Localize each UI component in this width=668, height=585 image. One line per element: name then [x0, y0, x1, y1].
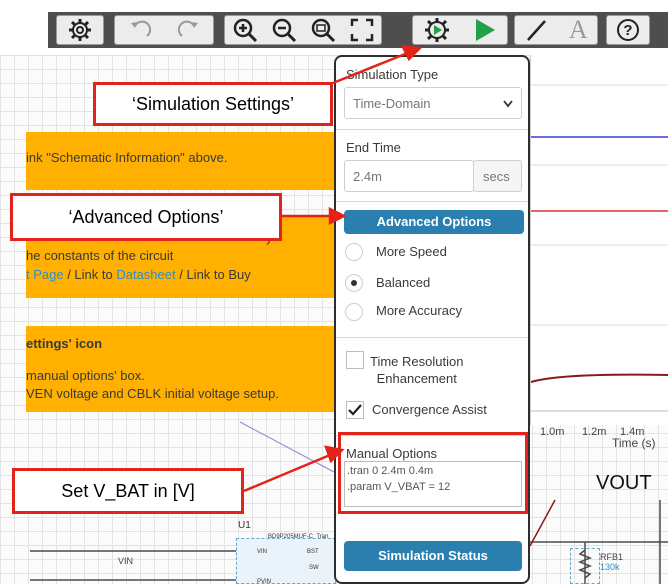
simulation-type-value: Time-Domain: [353, 96, 431, 111]
divider: [336, 201, 528, 202]
end-time-unit: secs: [473, 160, 522, 192]
convergence-assist-checkbox[interactable]: [346, 401, 364, 419]
divider: [336, 337, 528, 338]
manual-options-highlight: [338, 432, 528, 514]
radio-more-speed[interactable]: [345, 243, 363, 261]
rfb1-label: RFB1: [600, 552, 624, 562]
u1-component[interactable]: VIN PVIN BST SW: [236, 538, 336, 585]
time-resolution-label-line2: Enhancement: [376, 371, 457, 386]
time-resolution-label: Time Resolution Enhancement: [370, 353, 463, 387]
vin-net-label: VIN: [118, 556, 134, 566]
radio-more-speed-label: More Speed: [376, 244, 447, 259]
rfb1-value: 130k: [600, 562, 620, 572]
u1-pin-sw: SW: [309, 565, 319, 571]
time-resolution-checkbox[interactable]: [346, 351, 364, 369]
end-time-unit-text: secs: [483, 169, 510, 184]
simulation-settings-callout: ‘Simulation Settings’: [93, 82, 333, 126]
u1-pin-pvin: PVIN: [257, 579, 272, 585]
advanced-options-button[interactable]: Advanced Options: [344, 210, 524, 234]
radio-balanced[interactable]: [345, 274, 363, 292]
convergence-assist-label: Convergence Assist: [372, 402, 487, 417]
vout-net-label: VOUT: [596, 472, 652, 494]
radio-selected-dot: [351, 280, 357, 286]
chevron-down-icon: [503, 100, 513, 108]
radio-more-accuracy[interactable]: [345, 303, 363, 321]
simulation-status-button[interactable]: Simulation Status: [344, 541, 522, 571]
advanced-options-callout: ‘Advanced Options’: [10, 193, 282, 241]
end-time-input[interactable]: 2.4m: [344, 160, 474, 192]
divider: [336, 129, 528, 130]
checkmark-icon: [348, 404, 362, 416]
simulation-type-select[interactable]: Time-Domain: [344, 87, 522, 119]
radio-balanced-label: Balanced: [376, 275, 431, 290]
rfb1-component[interactable]: [570, 548, 600, 584]
u1-pin-bst: BST: [307, 549, 319, 555]
vbat-callout: Set V_BAT in [V]: [12, 468, 244, 514]
time-resolution-label-line1: Time Resolution: [370, 354, 464, 369]
end-time-label: End Time: [346, 140, 401, 155]
simulation-type-label: Simulation Type: [346, 67, 439, 82]
u1-label: U1: [238, 520, 251, 531]
end-time-value: 2.4m: [353, 169, 382, 184]
radio-more-accuracy-label: More Accuracy: [376, 303, 462, 318]
u1-pin-vin: VIN: [257, 549, 268, 555]
